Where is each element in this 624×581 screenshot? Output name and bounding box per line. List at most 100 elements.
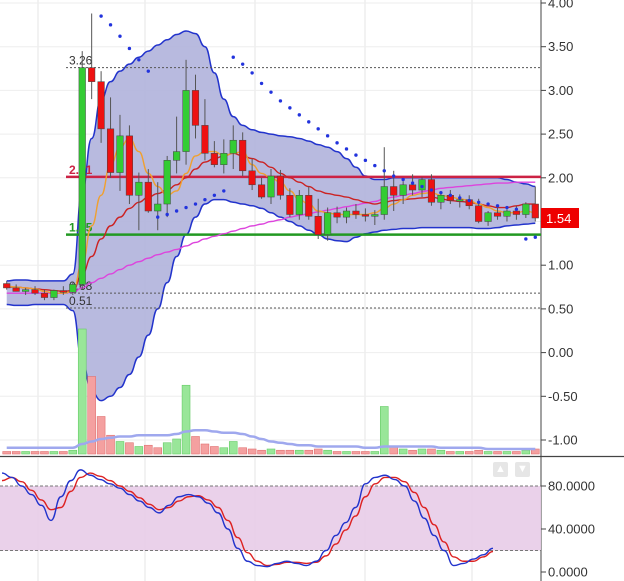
candle-body bbox=[475, 205, 483, 222]
candle-body bbox=[258, 184, 266, 198]
volume-bar bbox=[21, 451, 30, 455]
axis-tick-label: -0.50 bbox=[548, 389, 578, 404]
volume-bar bbox=[162, 442, 172, 455]
volume-bar bbox=[181, 384, 191, 455]
candle-body bbox=[88, 67, 96, 82]
sar-dot bbox=[222, 189, 226, 193]
sar-dot bbox=[514, 207, 519, 211]
candle-body bbox=[50, 290, 58, 298]
volume-bar bbox=[512, 451, 521, 455]
sar-dot bbox=[363, 158, 368, 163]
volume-bar bbox=[247, 448, 257, 455]
volume-bar bbox=[361, 451, 370, 455]
volume-bar bbox=[125, 442, 134, 455]
stoch-axis-tick-label: 80.0000 bbox=[548, 479, 595, 494]
volume-bar bbox=[134, 446, 144, 455]
axis-tick-label: 0.00 bbox=[548, 345, 573, 360]
sar-dot bbox=[212, 193, 217, 197]
candle-body bbox=[78, 67, 86, 285]
candle-body bbox=[12, 287, 20, 292]
candle-body bbox=[144, 181, 152, 212]
volume-bar bbox=[370, 451, 380, 455]
axis-tick-label: 4.00 bbox=[548, 0, 573, 11]
sar-dot bbox=[137, 58, 141, 62]
candle-body bbox=[324, 212, 332, 235]
candle-body bbox=[173, 151, 181, 161]
volume-bar bbox=[483, 451, 493, 455]
candle-body bbox=[352, 210, 360, 215]
candle-body bbox=[220, 153, 228, 165]
volume-bar bbox=[502, 451, 512, 455]
candle-body bbox=[267, 175, 275, 198]
stoch-axis-tick-label: 0.0000 bbox=[548, 565, 588, 580]
move-panel-down-button[interactable]: ▼ bbox=[515, 462, 530, 477]
sar-dot bbox=[373, 163, 377, 168]
candle-body bbox=[125, 135, 133, 196]
candle-body bbox=[135, 181, 143, 196]
sar-dot bbox=[146, 69, 150, 73]
sar-dot bbox=[108, 23, 113, 27]
candle-body bbox=[59, 290, 67, 293]
axis-tick-label: -1.00 bbox=[548, 433, 578, 448]
sar-dot bbox=[344, 147, 349, 151]
sar-dot bbox=[524, 237, 528, 241]
candle-body bbox=[333, 212, 341, 218]
candle-body bbox=[116, 135, 124, 173]
candle-body bbox=[97, 81, 105, 130]
sar-dot bbox=[297, 113, 302, 117]
candle-body bbox=[40, 292, 49, 298]
sar-dot bbox=[259, 81, 264, 86]
sar-dot bbox=[448, 193, 453, 197]
volume-bar bbox=[219, 447, 229, 455]
candle-body bbox=[31, 289, 39, 294]
volume-bar bbox=[238, 447, 247, 455]
level-label: 3.26 bbox=[69, 54, 93, 68]
candle-body bbox=[295, 195, 303, 215]
candle-body bbox=[493, 212, 502, 217]
sar-dot bbox=[231, 55, 235, 59]
candle-body bbox=[380, 186, 388, 215]
axis-tick-label: 2.50 bbox=[548, 127, 573, 142]
sar-dot bbox=[439, 190, 443, 195]
sar-dot bbox=[118, 34, 122, 38]
sar-dot bbox=[392, 174, 396, 178]
volume-bar bbox=[521, 449, 531, 455]
sar-dot bbox=[325, 134, 330, 138]
sar-dot bbox=[429, 188, 434, 192]
candle-body bbox=[456, 199, 464, 202]
volume-bar bbox=[295, 449, 304, 455]
sar-dot bbox=[250, 71, 254, 75]
candle-body bbox=[191, 90, 200, 126]
axis-tick-label: 3.50 bbox=[548, 39, 573, 54]
candle-body bbox=[22, 289, 30, 292]
candle-body bbox=[182, 90, 190, 152]
candle-body bbox=[201, 125, 209, 154]
candle-body bbox=[305, 195, 313, 217]
candle-body bbox=[69, 284, 77, 293]
volume-bar bbox=[96, 416, 106, 455]
sar-dot bbox=[203, 197, 207, 202]
candle-body bbox=[371, 214, 379, 217]
sar-dot bbox=[165, 212, 169, 217]
candle-body bbox=[106, 128, 115, 173]
volume-bars bbox=[2, 328, 540, 455]
candle-body bbox=[248, 170, 256, 186]
axis-tick-label: 0.50 bbox=[548, 301, 573, 316]
volume-bar bbox=[59, 451, 68, 455]
last-price-marker: 1.54 bbox=[541, 208, 579, 229]
move-panel-up-button[interactable]: ▲ bbox=[493, 462, 508, 477]
volume-bar bbox=[398, 448, 408, 455]
sar-dot bbox=[486, 202, 490, 206]
sar-dot bbox=[505, 205, 509, 210]
sar-dot bbox=[476, 200, 481, 204]
volume-bar bbox=[153, 447, 163, 455]
volume-bar bbox=[11, 451, 21, 455]
candle-body bbox=[163, 160, 171, 205]
candle-body bbox=[286, 195, 294, 215]
sar-dot bbox=[193, 202, 198, 206]
candle-body bbox=[409, 184, 417, 191]
axis-tick-label: 3.00 bbox=[548, 83, 573, 98]
candle-body bbox=[210, 153, 218, 165]
sar-dot bbox=[174, 209, 179, 213]
axis-tick-label: 1.00 bbox=[548, 258, 573, 273]
